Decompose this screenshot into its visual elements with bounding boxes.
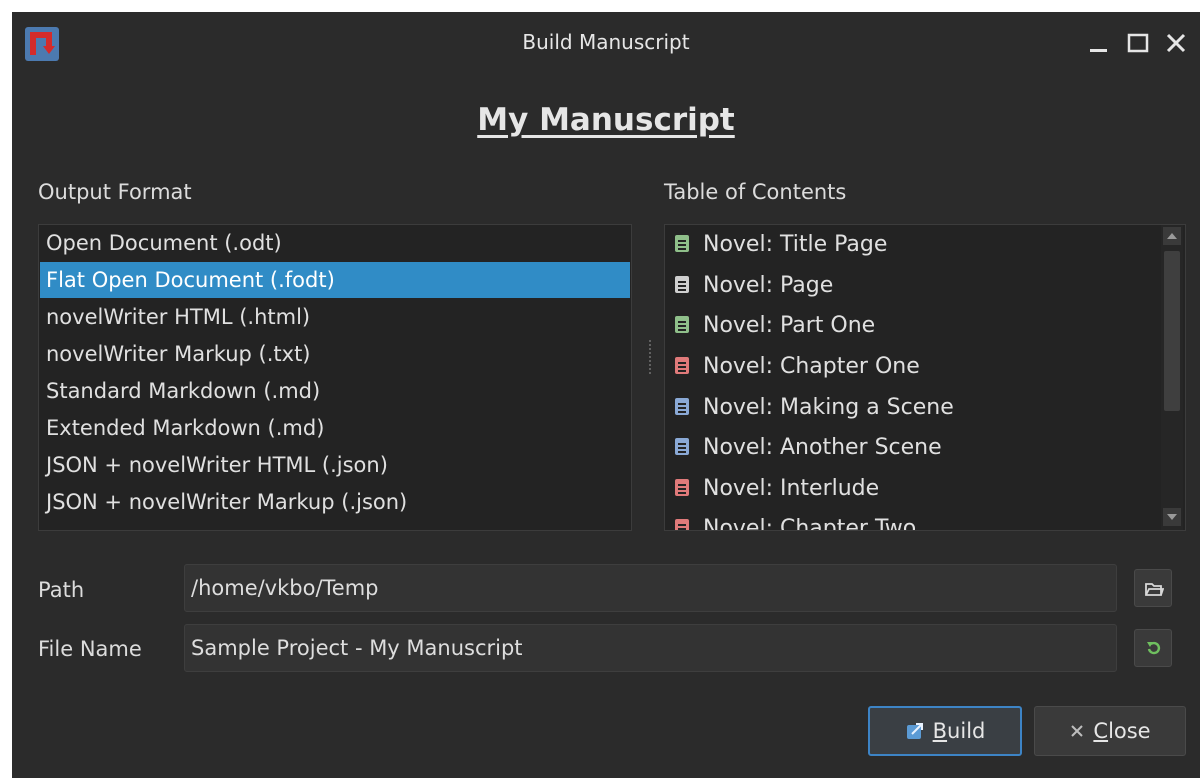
toc-item[interactable]: Novel: Chapter Two (675, 509, 1155, 530)
toc-label: Table of Contents (664, 180, 847, 204)
document-icon (675, 275, 689, 293)
format-item-fodt[interactable]: Flat Open Document (.fodt) (40, 262, 630, 298)
document-icon (675, 356, 689, 374)
window-title: Build Manuscript (522, 30, 690, 54)
reset-file-name-button[interactable] (1134, 629, 1172, 667)
manuscript-title: My Manuscript (477, 102, 735, 138)
document-icon (675, 315, 689, 333)
format-item-json-markup[interactable]: JSON + novelWriter Markup (.json) (40, 484, 630, 520)
title-bar[interactable]: Build Manuscript (12, 12, 1200, 74)
toc-item[interactable]: Novel: Title Page (675, 225, 1155, 265)
document-icon (675, 437, 689, 455)
format-item-html[interactable]: novelWriter HTML (.html) (40, 299, 630, 335)
file-name-label: File Name (38, 637, 142, 661)
toc-item[interactable]: Novel: Chapter One (675, 347, 1155, 387)
folder-open-icon (1145, 583, 1164, 596)
close-button[interactable]: Close (1034, 706, 1186, 756)
scroll-thumb[interactable] (1164, 251, 1180, 411)
build-manuscript-dialog: Build Manuscript My Manuscript Output Fo… (12, 12, 1200, 778)
close-x-icon (1069, 723, 1085, 739)
reload-icon (1147, 641, 1161, 655)
document-icon (675, 397, 689, 415)
format-item-std-md[interactable]: Standard Markdown (.md) (40, 373, 630, 409)
scroll-up-icon[interactable] (1163, 227, 1181, 245)
toc-item[interactable]: Novel: Another Scene (675, 428, 1155, 468)
format-item-json-html[interactable]: JSON + novelWriter HTML (.json) (40, 447, 630, 483)
toc-item[interactable]: Novel: Making a Scene (675, 388, 1155, 428)
output-format-list[interactable]: Open Document (.odt) Flat Open Document … (38, 224, 632, 531)
minimize-icon[interactable] (1086, 30, 1112, 56)
output-format-label: Output Format (38, 180, 192, 204)
file-name-input[interactable] (184, 624, 1117, 672)
toc-list[interactable]: Novel: Title Page Novel: Page Novel: Par… (664, 224, 1186, 531)
document-icon (675, 518, 689, 530)
splitter-handle[interactable] (649, 340, 652, 376)
format-item-odt[interactable]: Open Document (.odt) (40, 225, 630, 261)
format-item-txt[interactable]: novelWriter Markup (.txt) (40, 336, 630, 372)
document-icon (675, 234, 689, 252)
path-input[interactable] (184, 564, 1117, 612)
build-icon (905, 721, 925, 741)
path-label: Path (38, 578, 85, 602)
toc-item[interactable]: Novel: Interlude (675, 469, 1155, 509)
close-icon[interactable] (1163, 30, 1189, 56)
format-item-ext-md[interactable]: Extended Markdown (.md) (40, 410, 630, 446)
browse-folder-button[interactable] (1134, 569, 1172, 607)
document-icon (675, 478, 689, 496)
toc-scrollbar[interactable] (1161, 225, 1183, 530)
scroll-down-icon[interactable] (1163, 508, 1181, 526)
toc-item[interactable]: Novel: Part One (675, 306, 1155, 346)
maximize-icon[interactable] (1125, 30, 1151, 56)
toc-item[interactable]: Novel: Page (675, 266, 1155, 306)
build-button[interactable]: Build (868, 706, 1022, 756)
